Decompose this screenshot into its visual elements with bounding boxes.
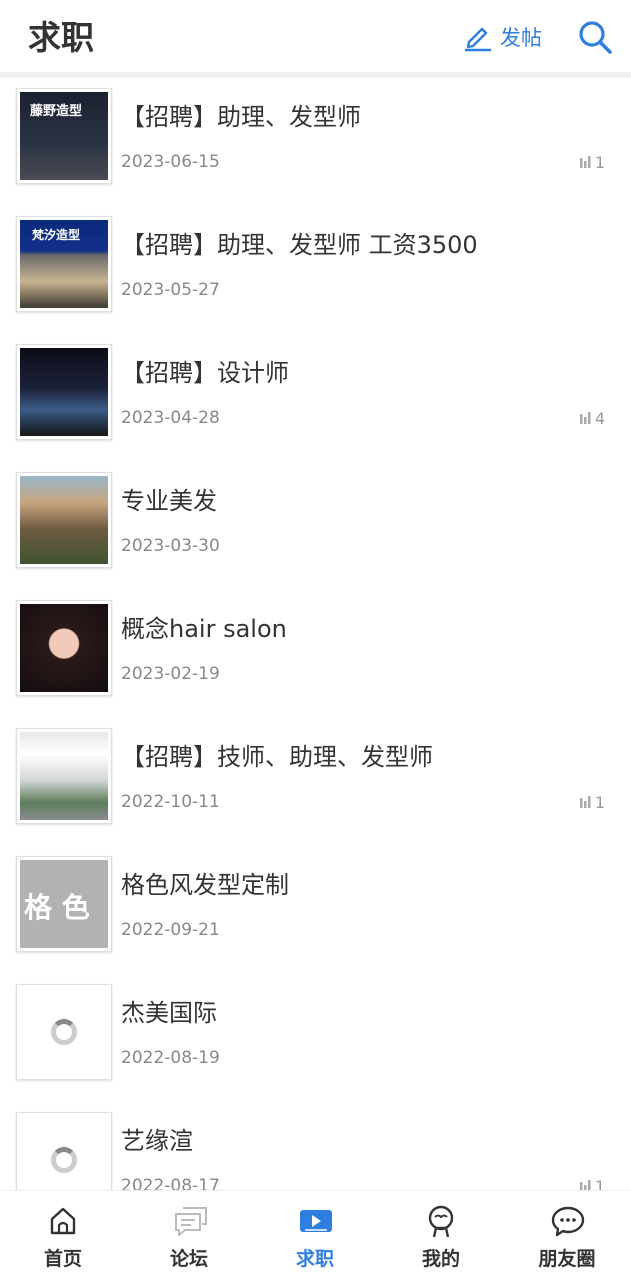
tab-label: 首页: [43, 1248, 82, 1270]
pencil-icon: [465, 27, 491, 52]
view-count: 4: [579, 406, 605, 430]
post-date: 2022-08-17: [121, 1176, 220, 1190]
bar-chart-icon: [579, 796, 591, 808]
view-count: 1: [579, 150, 605, 174]
post-date: 2023-06-15: [121, 152, 220, 172]
list-item[interactable]: 概念hair salon 2023-02-19: [0, 590, 631, 718]
list-item[interactable]: 艺缘渲 2022-08-17 1: [0, 1102, 631, 1190]
post-title: 【招聘】助理、发型师 工资3500: [121, 231, 478, 259]
forum-icon: [175, 1207, 207, 1236]
bar-chart-icon: [579, 412, 591, 424]
loading-spinner-icon: [51, 1147, 77, 1173]
app-header: 求职 发帖: [0, 0, 631, 72]
post-date: 2022-09-21: [121, 920, 220, 940]
post-thumbnail: [16, 344, 112, 440]
post-title: 【招聘】助理、发型师: [121, 103, 361, 131]
post-title: 【招聘】技师、助理、发型师: [121, 743, 433, 771]
tab-profile[interactable]: 我的: [378, 1191, 504, 1280]
list-item[interactable]: 【招聘】设计师 2023-04-28 4: [0, 334, 631, 462]
post-thumbnail: [16, 1112, 112, 1190]
tab-label: 求职: [295, 1248, 334, 1270]
post-title: 艺缘渲: [121, 1127, 193, 1155]
tab-home[interactable]: 首页: [0, 1191, 126, 1280]
post-thumbnail: [16, 472, 112, 568]
list-item[interactable]: 杰美国际 2022-08-19: [0, 974, 631, 1102]
list-item[interactable]: 藤野造型 【招聘】助理、发型师 2023-06-15 1: [0, 78, 631, 206]
post-list[interactable]: 藤野造型 【招聘】助理、发型师 2023-06-15 1 梵汐造型 【招聘】助理…: [0, 78, 631, 1190]
list-item[interactable]: 格 色 格色风发型定制 2022-09-21: [0, 846, 631, 974]
post-date: 2022-08-19: [121, 1048, 220, 1068]
post-title: 杰美国际: [121, 999, 217, 1027]
tab-label: 我的: [421, 1248, 460, 1270]
post-thumbnail: [16, 984, 112, 1080]
post-button[interactable]: 发帖: [462, 20, 542, 54]
post-date: 2023-03-30: [121, 536, 220, 556]
post-date: 2022-10-11: [121, 792, 220, 812]
view-count: 1: [579, 1174, 605, 1190]
view-count: 1: [579, 790, 605, 814]
post-thumbnail: [16, 600, 112, 696]
post-title: 格色风发型定制: [121, 871, 289, 899]
post-thumbnail: 梵汐造型: [16, 216, 112, 312]
post-thumbnail: [16, 728, 112, 824]
post-title: 概念hair salon: [121, 615, 287, 643]
tab-moments[interactable]: 朋友圈: [504, 1191, 630, 1280]
post-thumbnail: 藤野造型: [16, 88, 112, 184]
bottom-tab-bar: 首页 论坛 求职 我的 朋友圈: [0, 1190, 631, 1280]
list-item[interactable]: 专业美发 2023-03-30: [0, 462, 631, 590]
home-icon: [50, 1207, 76, 1235]
bar-chart-icon: [579, 156, 591, 168]
post-date: 2023-02-19: [121, 664, 220, 684]
post-date: 2023-05-27: [121, 280, 220, 300]
user-icon: [428, 1205, 454, 1238]
search-icon[interactable]: [576, 18, 614, 56]
list-item[interactable]: 【招聘】技师、助理、发型师 2022-10-11 1: [0, 718, 631, 846]
tab-forum[interactable]: 论坛: [126, 1191, 252, 1280]
page-title: 求职: [28, 18, 94, 57]
video-play-icon: [300, 1210, 332, 1232]
post-title: 【招聘】设计师: [121, 359, 289, 387]
post-button-label: 发帖: [500, 26, 542, 50]
tab-label: 朋友圈: [538, 1248, 596, 1270]
chat-bubbles-icon: [551, 1206, 585, 1237]
post-thumbnail: 格 色: [16, 856, 112, 952]
post-title: 专业美发: [121, 487, 217, 515]
loading-spinner-icon: [51, 1019, 77, 1045]
tab-label: 论坛: [169, 1248, 208, 1270]
tab-jobs[interactable]: 求职: [252, 1191, 378, 1280]
post-date: 2023-04-28: [121, 408, 220, 428]
bar-chart-icon: [579, 1180, 591, 1190]
list-item[interactable]: 梵汐造型 【招聘】助理、发型师 工资3500 2023-05-27: [0, 206, 631, 334]
